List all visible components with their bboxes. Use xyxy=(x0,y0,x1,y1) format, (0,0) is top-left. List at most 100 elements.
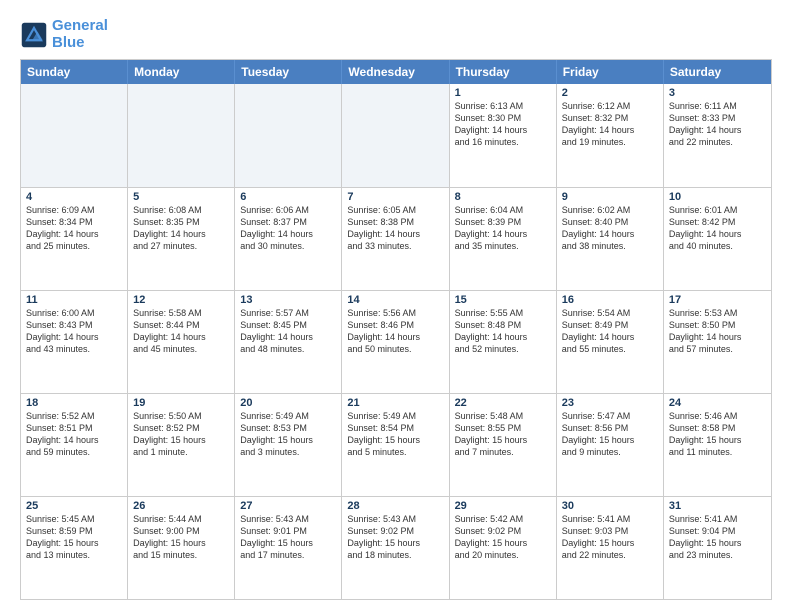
header-day-friday: Friday xyxy=(557,60,664,84)
header-day-sunday: Sunday xyxy=(21,60,128,84)
calendar-row-2: 4Sunrise: 6:09 AM Sunset: 8:34 PM Daylig… xyxy=(21,187,771,290)
day-cell-17: 17Sunrise: 5:53 AM Sunset: 8:50 PM Dayli… xyxy=(664,291,771,393)
day-info: Sunrise: 5:45 AM Sunset: 8:59 PM Dayligh… xyxy=(26,513,122,562)
day-cell-14: 14Sunrise: 5:56 AM Sunset: 8:46 PM Dayli… xyxy=(342,291,449,393)
empty-cell xyxy=(342,84,449,187)
day-number: 19 xyxy=(133,397,229,409)
day-info: Sunrise: 5:56 AM Sunset: 8:46 PM Dayligh… xyxy=(347,307,443,356)
day-info: Sunrise: 5:42 AM Sunset: 9:02 PM Dayligh… xyxy=(455,513,551,562)
day-number: 20 xyxy=(240,397,336,409)
day-number: 2 xyxy=(562,87,658,99)
day-cell-15: 15Sunrise: 5:55 AM Sunset: 8:48 PM Dayli… xyxy=(450,291,557,393)
day-number: 14 xyxy=(347,294,443,306)
day-cell-6: 6Sunrise: 6:06 AM Sunset: 8:37 PM Daylig… xyxy=(235,188,342,290)
day-cell-23: 23Sunrise: 5:47 AM Sunset: 8:56 PM Dayli… xyxy=(557,394,664,496)
calendar-body: 1Sunrise: 6:13 AM Sunset: 8:30 PM Daylig… xyxy=(21,84,771,599)
empty-cell xyxy=(21,84,128,187)
day-info: Sunrise: 5:52 AM Sunset: 8:51 PM Dayligh… xyxy=(26,410,122,459)
day-info: Sunrise: 6:06 AM Sunset: 8:37 PM Dayligh… xyxy=(240,204,336,253)
day-cell-9: 9Sunrise: 6:02 AM Sunset: 8:40 PM Daylig… xyxy=(557,188,664,290)
header-day-monday: Monday xyxy=(128,60,235,84)
day-number: 26 xyxy=(133,500,229,512)
calendar: SundayMondayTuesdayWednesdayThursdayFrid… xyxy=(20,59,772,600)
day-number: 18 xyxy=(26,397,122,409)
day-number: 31 xyxy=(669,500,766,512)
day-cell-30: 30Sunrise: 5:41 AM Sunset: 9:03 PM Dayli… xyxy=(557,497,664,599)
calendar-row-5: 25Sunrise: 5:45 AM Sunset: 8:59 PM Dayli… xyxy=(21,496,771,599)
day-number: 21 xyxy=(347,397,443,409)
day-info: Sunrise: 6:11 AM Sunset: 8:33 PM Dayligh… xyxy=(669,100,766,149)
day-cell-22: 22Sunrise: 5:48 AM Sunset: 8:55 PM Dayli… xyxy=(450,394,557,496)
day-info: Sunrise: 5:44 AM Sunset: 9:00 PM Dayligh… xyxy=(133,513,229,562)
day-number: 5 xyxy=(133,191,229,203)
day-info: Sunrise: 6:12 AM Sunset: 8:32 PM Dayligh… xyxy=(562,100,658,149)
day-number: 8 xyxy=(455,191,551,203)
day-cell-25: 25Sunrise: 5:45 AM Sunset: 8:59 PM Dayli… xyxy=(21,497,128,599)
day-number: 28 xyxy=(347,500,443,512)
day-cell-7: 7Sunrise: 6:05 AM Sunset: 8:38 PM Daylig… xyxy=(342,188,449,290)
day-number: 3 xyxy=(669,87,766,99)
day-cell-5: 5Sunrise: 6:08 AM Sunset: 8:35 PM Daylig… xyxy=(128,188,235,290)
day-cell-13: 13Sunrise: 5:57 AM Sunset: 8:45 PM Dayli… xyxy=(235,291,342,393)
day-cell-19: 19Sunrise: 5:50 AM Sunset: 8:52 PM Dayli… xyxy=(128,394,235,496)
header-day-tuesday: Tuesday xyxy=(235,60,342,84)
day-info: Sunrise: 5:49 AM Sunset: 8:53 PM Dayligh… xyxy=(240,410,336,459)
page: General Blue SundayMondayTuesdayWednesda… xyxy=(0,0,792,612)
day-cell-18: 18Sunrise: 5:52 AM Sunset: 8:51 PM Dayli… xyxy=(21,394,128,496)
day-number: 30 xyxy=(562,500,658,512)
day-cell-8: 8Sunrise: 6:04 AM Sunset: 8:39 PM Daylig… xyxy=(450,188,557,290)
day-cell-4: 4Sunrise: 6:09 AM Sunset: 8:34 PM Daylig… xyxy=(21,188,128,290)
day-cell-28: 28Sunrise: 5:43 AM Sunset: 9:02 PM Dayli… xyxy=(342,497,449,599)
day-cell-3: 3Sunrise: 6:11 AM Sunset: 8:33 PM Daylig… xyxy=(664,84,771,187)
calendar-header: SundayMondayTuesdayWednesdayThursdayFrid… xyxy=(21,60,771,84)
day-number: 16 xyxy=(562,294,658,306)
day-info: Sunrise: 5:50 AM Sunset: 8:52 PM Dayligh… xyxy=(133,410,229,459)
day-number: 22 xyxy=(455,397,551,409)
day-number: 6 xyxy=(240,191,336,203)
empty-cell xyxy=(128,84,235,187)
day-cell-29: 29Sunrise: 5:42 AM Sunset: 9:02 PM Dayli… xyxy=(450,497,557,599)
day-cell-11: 11Sunrise: 6:00 AM Sunset: 8:43 PM Dayli… xyxy=(21,291,128,393)
day-info: Sunrise: 5:46 AM Sunset: 8:58 PM Dayligh… xyxy=(669,410,766,459)
day-number: 12 xyxy=(133,294,229,306)
day-number: 25 xyxy=(26,500,122,512)
day-cell-16: 16Sunrise: 5:54 AM Sunset: 8:49 PM Dayli… xyxy=(557,291,664,393)
day-number: 27 xyxy=(240,500,336,512)
day-info: Sunrise: 6:02 AM Sunset: 8:40 PM Dayligh… xyxy=(562,204,658,253)
logo: General Blue xyxy=(20,18,108,51)
day-info: Sunrise: 5:43 AM Sunset: 9:02 PM Dayligh… xyxy=(347,513,443,562)
day-number: 23 xyxy=(562,397,658,409)
calendar-row-1: 1Sunrise: 6:13 AM Sunset: 8:30 PM Daylig… xyxy=(21,84,771,187)
day-info: Sunrise: 5:53 AM Sunset: 8:50 PM Dayligh… xyxy=(669,307,766,356)
day-info: Sunrise: 6:13 AM Sunset: 8:30 PM Dayligh… xyxy=(455,100,551,149)
logo-icon xyxy=(20,21,48,49)
day-info: Sunrise: 5:49 AM Sunset: 8:54 PM Dayligh… xyxy=(347,410,443,459)
day-number: 29 xyxy=(455,500,551,512)
day-cell-12: 12Sunrise: 5:58 AM Sunset: 8:44 PM Dayli… xyxy=(128,291,235,393)
day-info: Sunrise: 6:01 AM Sunset: 8:42 PM Dayligh… xyxy=(669,204,766,253)
empty-cell xyxy=(235,84,342,187)
day-info: Sunrise: 5:47 AM Sunset: 8:56 PM Dayligh… xyxy=(562,410,658,459)
calendar-row-3: 11Sunrise: 6:00 AM Sunset: 8:43 PM Dayli… xyxy=(21,290,771,393)
day-cell-10: 10Sunrise: 6:01 AM Sunset: 8:42 PM Dayli… xyxy=(664,188,771,290)
day-cell-2: 2Sunrise: 6:12 AM Sunset: 8:32 PM Daylig… xyxy=(557,84,664,187)
day-cell-21: 21Sunrise: 5:49 AM Sunset: 8:54 PM Dayli… xyxy=(342,394,449,496)
day-number: 24 xyxy=(669,397,766,409)
day-cell-20: 20Sunrise: 5:49 AM Sunset: 8:53 PM Dayli… xyxy=(235,394,342,496)
day-info: Sunrise: 6:08 AM Sunset: 8:35 PM Dayligh… xyxy=(133,204,229,253)
day-info: Sunrise: 5:41 AM Sunset: 9:03 PM Dayligh… xyxy=(562,513,658,562)
day-info: Sunrise: 6:04 AM Sunset: 8:39 PM Dayligh… xyxy=(455,204,551,253)
day-number: 1 xyxy=(455,87,551,99)
day-cell-24: 24Sunrise: 5:46 AM Sunset: 8:58 PM Dayli… xyxy=(664,394,771,496)
day-number: 15 xyxy=(455,294,551,306)
header: General Blue xyxy=(20,18,772,51)
day-number: 4 xyxy=(26,191,122,203)
day-cell-31: 31Sunrise: 5:41 AM Sunset: 9:04 PM Dayli… xyxy=(664,497,771,599)
header-day-thursday: Thursday xyxy=(450,60,557,84)
day-info: Sunrise: 5:54 AM Sunset: 8:49 PM Dayligh… xyxy=(562,307,658,356)
day-info: Sunrise: 6:05 AM Sunset: 8:38 PM Dayligh… xyxy=(347,204,443,253)
calendar-row-4: 18Sunrise: 5:52 AM Sunset: 8:51 PM Dayli… xyxy=(21,393,771,496)
day-info: Sunrise: 5:58 AM Sunset: 8:44 PM Dayligh… xyxy=(133,307,229,356)
day-info: Sunrise: 5:55 AM Sunset: 8:48 PM Dayligh… xyxy=(455,307,551,356)
logo-text: General Blue xyxy=(52,18,108,51)
